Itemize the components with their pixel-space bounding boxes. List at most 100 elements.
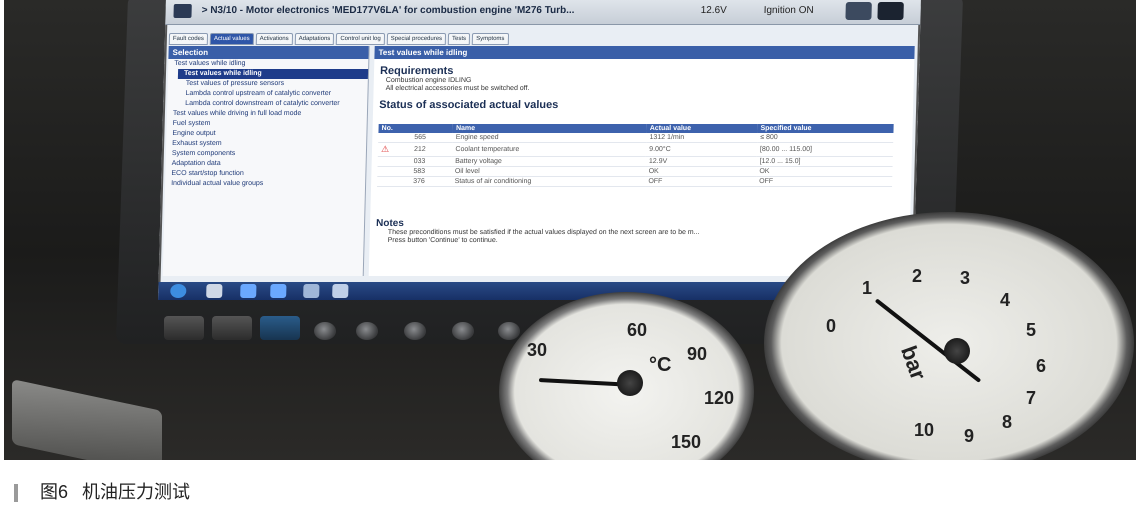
browser-icon[interactable]: [270, 284, 287, 298]
gauge-label: 30: [527, 340, 548, 360]
note-item: These preconditions must be satisfied if…: [387, 229, 700, 236]
row-spacer: [377, 176, 411, 187]
table-row[interactable]: ⚠ 212 Coolant temperature 9.00°C [80.00 ... …: [377, 142, 894, 157]
row-spacer: [377, 156, 411, 167]
gauge-label: 9: [964, 426, 975, 446]
sidebar-item[interactable]: Test values while idling: [168, 59, 368, 69]
cell-actual: OFF: [645, 176, 757, 187]
tab-item[interactable]: Symptoms: [471, 33, 509, 45]
cell-specified: OK: [756, 166, 893, 177]
sidebar-header: Selection: [168, 46, 369, 59]
cell-no: 565: [411, 133, 453, 143]
sidebar-item[interactable]: Test values of pressure sensors: [168, 79, 368, 89]
table-row[interactable]: 583 Oil level OK OK: [377, 166, 893, 177]
sidebar-item[interactable]: Lambda control downstream of catalytic c…: [167, 99, 367, 109]
gauge-unit: °C: [649, 354, 672, 376]
cell-no: 033: [410, 156, 453, 167]
requirements-list: Combustion engine IDLING All electrical a…: [373, 77, 913, 93]
table-row[interactable]: 565 Engine speed 1312 1/min ≤ 800: [378, 133, 894, 143]
requirement-item: Combustion engine IDLING: [385, 77, 472, 84]
column-header: Specified value: [757, 124, 894, 133]
gauge-label: 3: [960, 268, 971, 288]
cell-specified: [80.00 ... 115.00]: [756, 142, 894, 157]
gauge-label: 5: [1026, 320, 1037, 340]
sidebar-item[interactable]: Individual actual value groups: [165, 179, 365, 189]
sidebar-item[interactable]: Test values while driving in full load m…: [167, 109, 367, 119]
engine-bracket: [12, 379, 162, 460]
hardware-key: [164, 316, 204, 340]
needle-hub: [617, 370, 643, 396]
app-icon[interactable]: [332, 284, 349, 298]
status-title: Status of associated actual values: [379, 99, 559, 111]
requirement-item: All electrical accessories must be switc…: [385, 85, 530, 92]
table-header-row: No. Name Actual value Specified value: [378, 124, 894, 133]
cell-actual: 12.9V: [645, 156, 757, 167]
hardware-button: [314, 322, 336, 340]
content-header: Test values while idling: [374, 46, 915, 59]
actual-values-table: No. Name Actual value Specified value 565 En…: [377, 124, 894, 187]
sidebar-item[interactable]: Test values while idling: [177, 69, 369, 79]
browser-icon[interactable]: [240, 284, 257, 298]
figure-caption: 图6 机油压力测试: [14, 478, 190, 504]
explorer-icon[interactable]: [206, 284, 223, 298]
row-spacer: [378, 133, 412, 143]
photograph: > N3/10 - Motor electronics 'MED177V6LA'…: [4, 0, 1136, 460]
cell-name: Status of air conditioning: [451, 176, 646, 187]
gauge-label: 7: [1026, 388, 1037, 408]
module-path: > N3/10 - Motor electronics 'MED177V6LA'…: [201, 5, 575, 16]
warning-icon: ⚠: [377, 142, 412, 157]
ignition-status: Ignition ON: [763, 5, 814, 16]
hardware-button: [404, 322, 426, 340]
gauge-label: 0: [826, 316, 837, 336]
gauge-label: 10: [914, 420, 935, 440]
app-icon[interactable]: [303, 284, 320, 298]
notes-title: Notes: [375, 218, 405, 229]
tab-item[interactable]: Control unit log: [336, 33, 385, 45]
tab-item[interactable]: Special procedures: [386, 33, 447, 45]
needle-hub: [944, 338, 970, 364]
sidebar-item[interactable]: ECO start/stop function: [165, 169, 365, 179]
start-icon[interactable]: [170, 284, 187, 298]
tab-item[interactable]: Adaptations: [294, 33, 335, 45]
gauge-label: 4: [1000, 290, 1011, 310]
cell-specified: OFF: [755, 176, 893, 187]
gauge-label: 90: [687, 344, 708, 364]
tab-item[interactable]: Fault codes: [168, 33, 209, 45]
tab-bar: Fault codes Actual values Activations Adapt…: [168, 27, 511, 45]
cell-actual: OK: [645, 166, 757, 177]
table-row[interactable]: 033 Battery voltage 12.9V [12.0 ... 15.0]: [377, 156, 893, 167]
tab-item[interactable]: Actual values: [209, 33, 254, 45]
hardware-button: [498, 322, 520, 340]
table-body: 565 Engine speed 1312 1/min ≤ 800 ⚠ 212 Coolan…: [377, 133, 894, 187]
tab-item[interactable]: Activations: [255, 33, 293, 45]
table-row[interactable]: 376 Status of air conditioning OFF OFF: [377, 176, 893, 187]
cell-name: Battery voltage: [452, 156, 647, 167]
caption-marker: [14, 484, 18, 503]
toolbox-icon[interactable]: [845, 2, 872, 20]
screen-title-bar: > N3/10 - Motor electronics 'MED177V6LA'…: [165, 0, 921, 25]
sidebar-item[interactable]: Fuel system: [167, 119, 367, 129]
hardware-button: [356, 322, 378, 340]
sidebar-item[interactable]: Exhaust system: [166, 139, 366, 149]
selection-sidebar: Selection Test values while idling Test v…: [162, 46, 370, 276]
gauge-label: 150: [671, 432, 702, 452]
notes-list: These preconditions must be satisfied if…: [376, 229, 700, 245]
cell-no: 583: [410, 166, 453, 177]
column-header: Name: [452, 124, 647, 133]
column-header: Actual value: [646, 124, 758, 133]
sidebar-item[interactable]: System components: [166, 149, 366, 159]
sidebar-item[interactable]: Lambda control upstream of catalytic con…: [167, 89, 367, 99]
tab-item[interactable]: Tests: [447, 33, 471, 45]
sidebar-item[interactable]: Adaptation data: [166, 159, 366, 169]
voltage-readout: 12.6V: [700, 5, 727, 16]
cell-name: Engine speed: [452, 133, 647, 143]
pressure-gauge: 0 1 2 3 4 5 6 7 8 9 10 bar: [764, 212, 1134, 460]
device-icon[interactable]: [877, 2, 904, 20]
caption-text: 机油压力测试: [82, 482, 191, 502]
cell-no: 212: [410, 142, 453, 157]
cell-actual: 1312 1/min: [646, 133, 758, 143]
home-icon[interactable]: [173, 4, 192, 18]
cell-no: 376: [410, 176, 452, 187]
cell-actual: 9.00°C: [646, 142, 758, 157]
sidebar-item[interactable]: Engine output: [166, 129, 366, 139]
